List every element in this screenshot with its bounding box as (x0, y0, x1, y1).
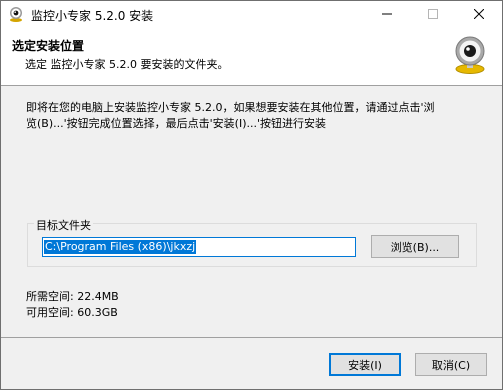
close-button[interactable] (456, 1, 502, 29)
footer-divider (1, 337, 502, 338)
destination-folder-group: 目标文件夹 C:\Program Files (x86)\jkxzj 浏览(B)… (27, 217, 477, 267)
intro-line-1: 即将在您的电脑上安装监控小专家 5.2.0，如果想要安装在其他位置，请通过点击'… (26, 101, 435, 114)
window-title: 监控小专家 5.2.0 安装 (31, 9, 154, 23)
install-button[interactable]: 安装(I) (329, 353, 401, 376)
minimize-icon (382, 9, 392, 22)
webcam-icon (452, 36, 488, 74)
destination-folder-label: 目标文件夹 (34, 217, 93, 233)
page-title: 选定安装位置 (12, 39, 85, 53)
install-path-input[interactable]: C:\Program Files (x86)\jkxzj (42, 237, 356, 257)
space-required: 所需空间: 22.4MB (26, 290, 119, 303)
install-path-value: C:\Program Files (x86)\jkxzj (44, 240, 197, 254)
maximize-icon (428, 8, 438, 22)
maximize-button[interactable] (410, 1, 456, 29)
cancel-button[interactable]: 取消(C) (415, 353, 487, 376)
installer-window: 监控小专家 5.2.0 安装 选定安装位置 选定 监控小专家 5.2.0 要安装… (0, 0, 503, 390)
intro-line-2: 览(B)...'按钮完成位置选择，最后点击'安装(I)...'按钮进行安装 (26, 117, 327, 130)
space-available: 可用空间: 60.3GB (26, 306, 118, 319)
app-webcam-icon (8, 6, 24, 22)
title-bar[interactable]: 监控小专家 5.2.0 安装 (1, 1, 502, 29)
page-header: 选定安装位置 选定 监控小专家 5.2.0 要安装的文件夹。 (1, 29, 502, 86)
intro-text: 即将在您的电脑上安装监控小专家 5.2.0，如果想要安装在其他位置，请通过点击'… (26, 100, 476, 132)
minimize-button[interactable] (364, 1, 410, 29)
close-icon (473, 8, 485, 22)
browse-button[interactable]: 浏览(B)... (371, 235, 459, 258)
page-subtitle: 选定 监控小专家 5.2.0 要安装的文件夹。 (25, 58, 229, 71)
